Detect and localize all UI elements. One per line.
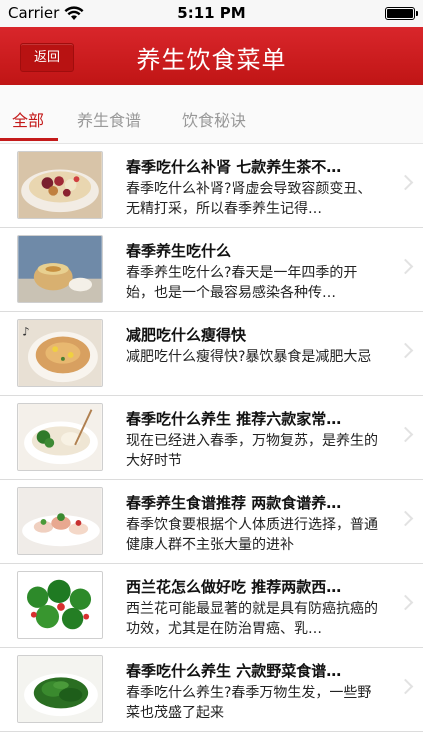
- tab-all[interactable]: 全部: [12, 107, 44, 131]
- page-title: 养生饮食菜单: [136, 46, 287, 74]
- article-summary: 春季吃什么养生?春季万物生发，一些野菜也茂盛了起来: [126, 685, 372, 721]
- chevron-right-icon: [397, 594, 414, 611]
- tab-diet-tips[interactable]: 饮食秘诀: [182, 107, 246, 131]
- article-title: 春季吃什么养生 六款野菜食谱…: [126, 662, 342, 680]
- status-bar: Carrier 5:11 PM: [0, 0, 423, 27]
- active-tab-indicator: [0, 138, 58, 141]
- stew-pot-image: [18, 236, 102, 302]
- category-tabs: 全部 养生食谱 饮食秘诀: [0, 85, 423, 144]
- article-summary: 减肥吃什么瘦得快?暴饮暴食是减肥大忌: [126, 349, 372, 365]
- fish-soup-image: [18, 404, 102, 470]
- food-thumbnail: [17, 235, 103, 303]
- food-thumbnail: [17, 655, 103, 723]
- noodle-bowl-image: ♪: [18, 320, 102, 386]
- chevron-right-icon: [397, 258, 414, 275]
- food-thumbnail: [17, 403, 103, 471]
- list-item[interactable]: 春季吃什么养生 六款野菜食谱… 春季吃什么养生?春季万物生发，一些野菜也茂盛了起…: [0, 648, 423, 732]
- chevron-right-icon: [397, 510, 414, 527]
- article-summary: 春季养生吃什么?春天是一年四季的开始，也是一个最容易感染各种传…: [126, 265, 358, 301]
- nav-header: 返回 养生饮食菜单: [0, 27, 423, 85]
- article-title: 春季吃什么养生 推荐六款家常…: [126, 410, 342, 428]
- article-summary: 西兰花可能最显著的就是具有防癌抗癌的功效，尤其是在防治胃癌、乳…: [126, 601, 378, 637]
- food-thumbnail: ♪: [17, 319, 103, 387]
- chevron-right-icon: [397, 426, 414, 443]
- soup-bowl-image: [18, 152, 102, 218]
- list-item[interactable]: ♪ 减肥吃什么瘦得快 减肥吃什么瘦得快?暴饮暴食是减肥大忌: [0, 312, 423, 396]
- article-summary: 春季饮食要根据个人体质进行选择，普通健康人群不主张大量的进补: [126, 517, 378, 553]
- article-list: 春季吃什么补肾 七款养生茶不… 春季吃什么补肾?肾虚会导致容颜变丑、无精打采，所…: [0, 144, 423, 732]
- clock: 5:11 PM: [177, 4, 246, 22]
- article-summary: 春季吃什么补肾?肾虚会导致容颜变丑、无精打采，所以春季养生记得…: [126, 181, 372, 217]
- wild-greens-image: [18, 656, 102, 722]
- chevron-right-icon: [397, 342, 414, 359]
- article-title: 春季养生吃什么: [126, 242, 232, 260]
- article-title: 春季吃什么补肾 七款养生茶不…: [126, 158, 342, 176]
- article-title: 西兰花怎么做好吃 推荐两款西…: [126, 578, 342, 596]
- tab-recipes[interactable]: 养生食谱: [77, 107, 141, 131]
- article-title: 减肥吃什么瘦得快: [126, 326, 247, 344]
- plated-dish-image: [18, 488, 102, 554]
- list-item[interactable]: 春季养生食谱推荐 两款食谱养… 春季饮食要根据个人体质进行选择，普通健康人群不主…: [0, 480, 423, 564]
- list-item[interactable]: 春季养生吃什么 春季养生吃什么?春天是一年四季的开始，也是一个最容易感染各种传…: [0, 228, 423, 312]
- svg-text:♪: ♪: [22, 325, 29, 339]
- list-item[interactable]: 春季吃什么养生 推荐六款家常… 现在已经进入春季，万物复苏，是养生的大好时节: [0, 396, 423, 480]
- chevron-right-icon: [397, 678, 414, 695]
- article-summary: 现在已经进入春季，万物复苏，是养生的大好时节: [126, 433, 378, 469]
- battery-icon: [385, 7, 418, 20]
- food-thumbnail: [17, 151, 103, 219]
- food-thumbnail: [17, 571, 103, 639]
- list-item[interactable]: 春季吃什么补肾 七款养生茶不… 春季吃什么补肾?肾虚会导致容颜变丑、无精打采，所…: [0, 144, 423, 228]
- food-thumbnail: [17, 487, 103, 555]
- chevron-right-icon: [397, 174, 414, 191]
- article-title: 春季养生食谱推荐 两款食谱养…: [126, 494, 342, 512]
- list-item[interactable]: 西兰花怎么做好吃 推荐两款西… 西兰花可能最显著的就是具有防癌抗癌的功效，尤其是…: [0, 564, 423, 648]
- broccoli-dish-image: [18, 572, 102, 638]
